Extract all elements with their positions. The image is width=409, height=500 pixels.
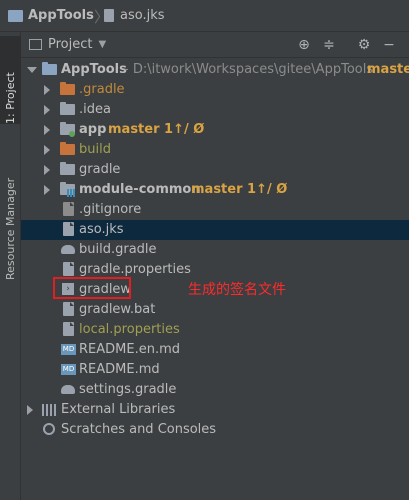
collapse-all-icon[interactable]: ≑: [320, 36, 338, 54]
tree-item-readme-en[interactable]: MD README.en.md: [21, 340, 409, 360]
tree-item-label: gradle: [79, 162, 121, 177]
folder-icon: [60, 82, 75, 95]
tree-item-label: README.en.md: [79, 342, 180, 357]
ignore-file-icon: [63, 202, 74, 216]
tree-item-gradle-dir[interactable]: .gradle: [21, 80, 409, 100]
tree-item-scratches[interactable]: Scratches and Consoles: [21, 420, 409, 440]
libraries-icon: [42, 404, 56, 416]
project-panel-header: Project ▼ ⊕ ≑ ⚙ −: [21, 32, 409, 58]
tree-item-build[interactable]: build: [21, 140, 409, 160]
project-tree: AppTools - D:\itwork\Workspaces\gitee\Ap…: [21, 58, 409, 500]
breadcrumb-file[interactable]: aso.jks: [104, 8, 165, 23]
chevron-right-icon[interactable]: [44, 185, 50, 195]
annotation-text: 生成的签名文件: [188, 282, 286, 298]
minimize-icon[interactable]: −: [380, 36, 398, 54]
chevron-right-icon[interactable]: [44, 145, 50, 155]
tree-item-gitignore[interactable]: .gitignore: [21, 200, 409, 220]
scratches-icon: [43, 423, 55, 435]
chevron-right-icon[interactable]: [44, 85, 50, 95]
tool-window-strip: 1: Project Resource Manager: [0, 32, 21, 500]
properties-file-icon: [63, 262, 74, 276]
annotation-highlight-box: [53, 277, 131, 299]
file-icon: [63, 222, 74, 236]
folder-icon: [60, 142, 75, 155]
tree-item-label: gradle.properties: [79, 262, 191, 277]
chevron-right-icon[interactable]: [44, 125, 50, 135]
file-icon: [104, 9, 114, 22]
breadcrumb-project-label: AppTools: [28, 8, 94, 23]
folder-icon: [42, 62, 57, 75]
git-branch: maste: [367, 62, 409, 77]
gradle-elephant-icon: [61, 245, 75, 254]
tree-item-label: settings.gradle: [79, 382, 177, 397]
tree-item-label: aso.jks: [79, 222, 124, 237]
navigation-bar: AppTools 〉 aso.jks: [0, 0, 409, 32]
tree-item-module-common[interactable]: module-common master 1↑/ Ø: [21, 180, 409, 200]
folder-icon: [8, 9, 23, 22]
markdown-file-icon: MD: [61, 364, 76, 375]
tree-item-label: module-common: [79, 182, 201, 197]
git-branch: master 1↑/ Ø: [191, 182, 288, 197]
tab-resource-manager-label: Resource Manager: [4, 177, 17, 280]
tree-item-build-gradle[interactable]: build.gradle: [21, 240, 409, 260]
module-dot-icon: [69, 131, 75, 137]
tab-resource-manager[interactable]: Resource Manager: [0, 128, 21, 280]
tab-project[interactable]: 1: Project: [0, 36, 21, 124]
tree-item-app[interactable]: app master 1↑/ Ø: [21, 120, 409, 140]
tree-item-label: build: [79, 142, 111, 157]
tree-item-label: External Libraries: [61, 402, 176, 417]
file-icon: [63, 302, 74, 316]
tree-item-gradlew-bat[interactable]: gradlew.bat: [21, 300, 409, 320]
tree-item-external-libraries[interactable]: External Libraries: [21, 400, 409, 420]
locate-icon[interactable]: ⊕: [295, 36, 313, 54]
tree-item-label: README.md: [79, 362, 160, 377]
chevron-right-icon[interactable]: [44, 165, 50, 175]
chevron-down-icon: ▼: [98, 39, 107, 50]
breadcrumb-project[interactable]: AppTools: [8, 8, 94, 23]
folder-icon: [60, 162, 75, 175]
tree-item-aso-jks[interactable]: aso.jks: [21, 220, 409, 240]
tree-item-label: .idea: [79, 102, 111, 117]
chevron-down-icon[interactable]: [27, 67, 37, 73]
module-bars-icon: [67, 189, 75, 197]
view-selector-dropdown[interactable]: Project ▼: [29, 37, 106, 52]
project-view-icon: [29, 39, 42, 50]
project-path: - D:\itwork\Workspaces\gitee\AppTools: [124, 62, 374, 77]
chevron-right-icon[interactable]: [27, 405, 33, 415]
gradle-elephant-icon: [61, 385, 75, 394]
tree-item-label: AppTools: [61, 62, 127, 77]
tree-item-label: local.properties: [79, 322, 180, 337]
folder-icon: [60, 102, 75, 115]
panel-title: Project: [48, 37, 93, 52]
tree-item-label: Scratches and Consoles: [61, 422, 217, 437]
breadcrumb-file-label: aso.jks: [120, 8, 165, 23]
tree-item-label: app: [79, 122, 107, 137]
tree-item-label: .gitignore: [79, 202, 142, 217]
tree-item-idea[interactable]: .idea: [21, 100, 409, 120]
chevron-right-icon[interactable]: [44, 105, 50, 115]
tree-item-settings-gradle[interactable]: settings.gradle: [21, 380, 409, 400]
git-branch: master 1↑/ Ø: [108, 122, 205, 137]
tree-item-readme[interactable]: MD README.md: [21, 360, 409, 380]
tab-project-label: 1: Project: [4, 72, 17, 124]
markdown-file-icon: MD: [61, 344, 76, 355]
tree-item-label: build.gradle: [79, 242, 157, 257]
tree-item-local-properties[interactable]: local.properties: [21, 320, 409, 340]
gear-icon[interactable]: ⚙: [355, 36, 373, 54]
properties-file-icon: [63, 322, 74, 336]
tree-root-apptools[interactable]: AppTools - D:\itwork\Workspaces\gitee\Ap…: [21, 60, 409, 80]
tree-item-label: gradlew.bat: [79, 302, 156, 317]
tree-item-label: .gradle: [79, 82, 125, 97]
tree-item-gradle[interactable]: gradle: [21, 160, 409, 180]
